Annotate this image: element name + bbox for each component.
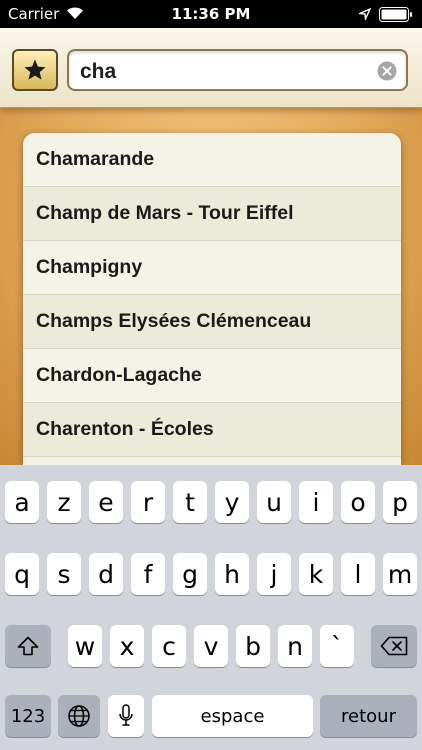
key[interactable]: i: [299, 481, 333, 523]
search-input[interactable]: cha: [67, 49, 408, 91]
battery-icon: [379, 7, 412, 22]
delete-key[interactable]: [371, 625, 417, 667]
numbers-key[interactable]: 123: [5, 695, 51, 737]
location-arrow-icon: [359, 8, 371, 20]
favorites-button[interactable]: [12, 49, 58, 91]
list-item[interactable]: Champigny: [23, 241, 401, 295]
key[interactable]: b: [236, 625, 270, 667]
key[interactable]: y: [215, 481, 249, 523]
key[interactable]: v: [194, 625, 228, 667]
key[interactable]: d: [89, 553, 123, 595]
globe-icon: [68, 705, 90, 727]
key[interactable]: h: [215, 553, 249, 595]
list-item[interactable]: Charenton - Écoles: [23, 403, 401, 457]
search-bar: cha: [0, 28, 422, 108]
backspace-icon: [380, 636, 408, 656]
key[interactable]: f: [131, 553, 165, 595]
key[interactable]: e: [89, 481, 123, 523]
key[interactable]: c: [152, 625, 186, 667]
key[interactable]: o: [341, 481, 375, 523]
key[interactable]: n: [278, 625, 312, 667]
microphone-icon: [119, 704, 133, 726]
key[interactable]: j: [257, 553, 291, 595]
key[interactable]: w: [68, 625, 102, 667]
key[interactable]: t: [173, 481, 207, 523]
dictation-key[interactable]: [108, 695, 144, 737]
key[interactable]: x: [110, 625, 144, 667]
key[interactable]: p: [383, 481, 417, 523]
status-bar: Carrier 11:36 PM: [0, 0, 422, 28]
key[interactable]: l: [341, 553, 375, 595]
key[interactable]: z: [47, 481, 81, 523]
return-key[interactable]: retour: [320, 695, 417, 737]
space-key[interactable]: espace: [152, 695, 313, 737]
key[interactable]: a: [5, 481, 39, 523]
keyboard: a z e r t y u i o p q s d f g h j k l m …: [0, 465, 422, 750]
list-item[interactable]: Chardon-Lagache: [23, 349, 401, 403]
list-item[interactable]: [23, 457, 401, 465]
search-query: cha: [80, 60, 117, 83]
list-item[interactable]: Chamarande: [23, 133, 401, 187]
key[interactable]: `: [320, 625, 354, 667]
key[interactable]: k: [299, 553, 333, 595]
key[interactable]: q: [5, 553, 39, 595]
key[interactable]: m: [383, 553, 417, 595]
results-list: Chamarande Champ de Mars - Tour Eiffel C…: [23, 133, 401, 465]
shift-key[interactable]: [5, 625, 51, 667]
list-item[interactable]: Champs Elysées Clémenceau: [23, 295, 401, 349]
clear-icon[interactable]: [377, 61, 397, 81]
list-item[interactable]: Champ de Mars - Tour Eiffel: [23, 187, 401, 241]
key[interactable]: u: [257, 481, 291, 523]
globe-key[interactable]: [58, 695, 100, 737]
star-icon: [24, 59, 46, 80]
key[interactable]: s: [47, 553, 81, 595]
key[interactable]: g: [173, 553, 207, 595]
key[interactable]: r: [131, 481, 165, 523]
shift-icon: [17, 636, 39, 656]
